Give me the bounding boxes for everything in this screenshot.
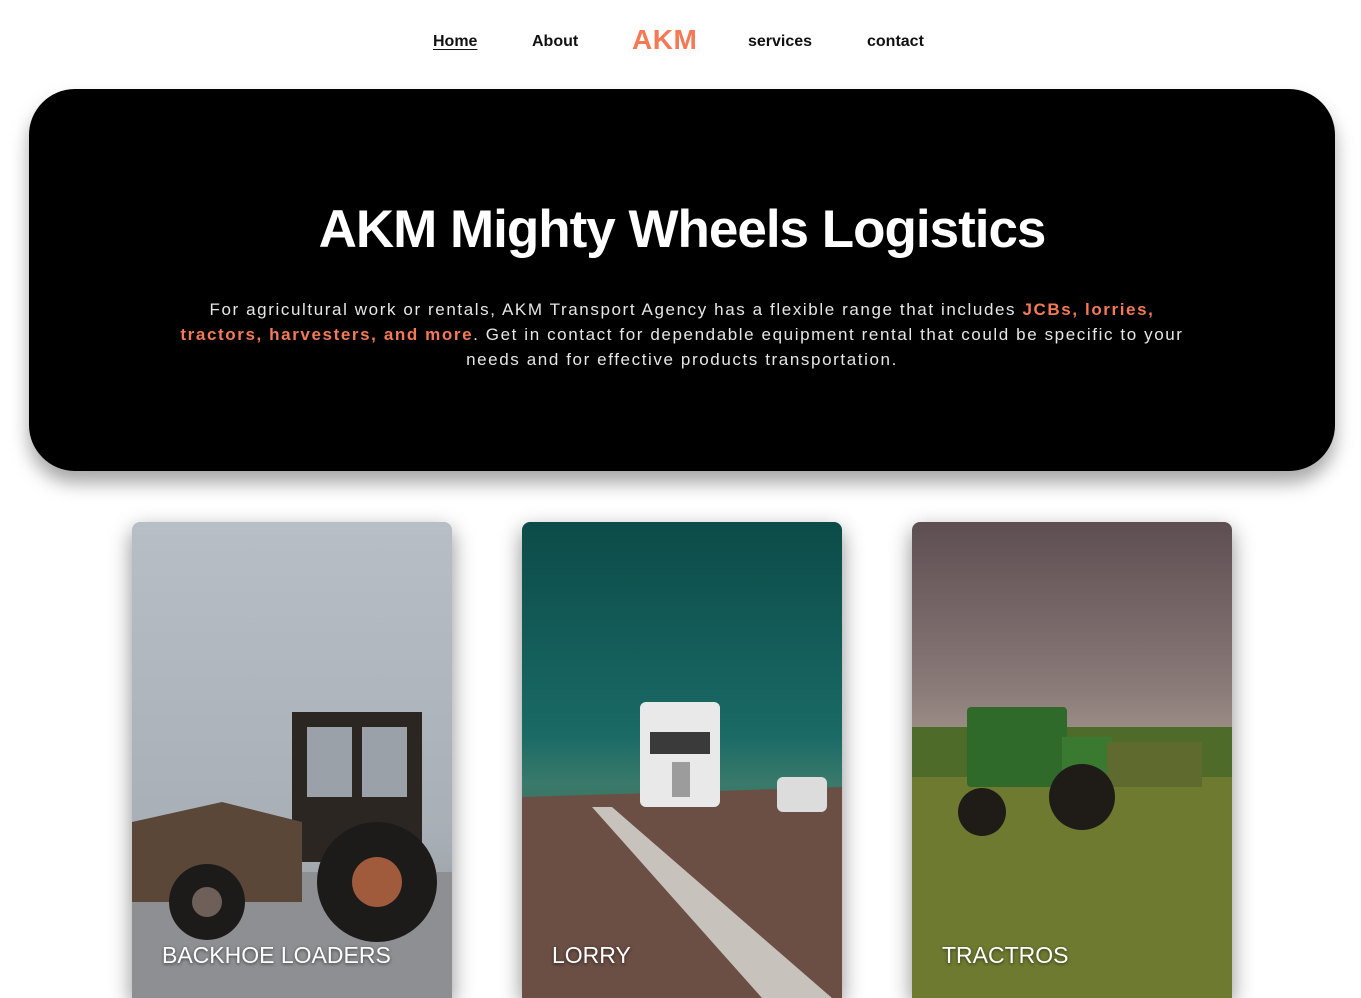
card-label-backhoe-loaders: BACKHOE LOADERS (162, 942, 391, 968)
brand-logo[interactable]: AKM (632, 24, 697, 56)
card-label-lorry: LORRY (552, 942, 631, 968)
hero-desc-text: For agricultural work or rentals, AKM Tr… (209, 300, 1023, 319)
hero-description: For agricultural work or rentals, AKM Tr… (167, 297, 1197, 372)
lorry-image (522, 522, 842, 998)
card-tractors[interactable]: TRACTROS (912, 522, 1232, 998)
card-label-tractors: TRACTROS (942, 942, 1069, 968)
nav-link-contact[interactable]: contact (867, 33, 924, 51)
nav-link-about[interactable]: About (532, 33, 578, 51)
nav-link-home[interactable]: Home (433, 33, 477, 51)
nav-link-services[interactable]: services (748, 33, 812, 51)
hero-desc-text-end: . Get in contact for dependable equipmen… (466, 325, 1184, 369)
backhoe-loader-image (132, 522, 452, 998)
top-nav: Home About AKM services contact (0, 0, 1361, 88)
hero-title: AKM Mighty Wheels Logistics (318, 200, 1047, 259)
card-backhoe-loaders[interactable]: BACKHOE LOADERS (132, 522, 452, 998)
hero-banner: AKM Mighty Wheels Logistics For agricult… (29, 89, 1335, 471)
card-lorry[interactable]: LORRY (522, 522, 842, 998)
tractor-image (912, 522, 1232, 998)
